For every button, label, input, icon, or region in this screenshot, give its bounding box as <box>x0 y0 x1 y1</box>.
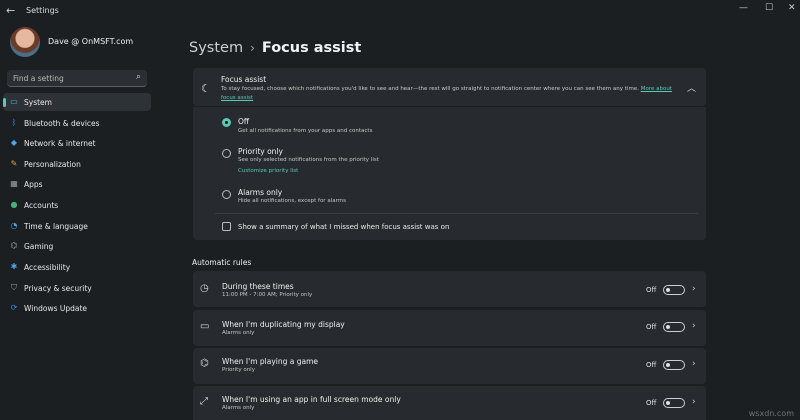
globe-clock-icon: ◔ <box>10 221 18 230</box>
sidebar-item-gaming[interactable]: ⌬ Gaming <box>3 237 151 255</box>
page-title: Focus assist <box>261 40 362 56</box>
rule-toggle[interactable] <box>663 398 685 408</box>
user-name: Dave @ OnMSFT.com <box>48 37 134 46</box>
account-icon: ● <box>10 200 18 209</box>
option-description: See only selected notifications from the… <box>238 157 379 163</box>
toggle-knob <box>666 363 670 367</box>
sidebar-item-windows-update[interactable]: ⟳ Windows Update <box>3 299 151 317</box>
shield-icon: ⛉ <box>11 283 17 292</box>
sidebar-item-system[interactable]: ▭ System <box>3 93 151 111</box>
sidebar-item-accessibility[interactable]: ✱ Accessibility <box>3 258 151 276</box>
toggle-state: Off <box>646 286 657 294</box>
display-icon: ▭ <box>200 321 210 332</box>
sidebar-item-label: Windows Update <box>24 304 88 313</box>
toggle-state: Off <box>646 399 657 407</box>
close-icon[interactable]: ✕ <box>788 3 796 13</box>
rule-title: When I'm playing a game <box>222 357 319 366</box>
chevron-right-icon[interactable]: › <box>692 284 696 294</box>
chevron-right-icon: › <box>250 41 255 55</box>
sidebar-item-apps[interactable]: ▦ Apps <box>3 175 151 193</box>
back-arrow-icon[interactable]: ← <box>6 4 15 17</box>
sidebar-item-privacy[interactable]: ⛉ Privacy & security <box>3 279 151 297</box>
sidebar-item-time-language[interactable]: ◔ Time & language <box>3 217 151 235</box>
selection-indicator <box>3 98 6 107</box>
sidebar-item-label: Apps <box>24 180 43 189</box>
sidebar-item-label: Accessibility <box>24 263 71 272</box>
option-description: Get all notifications from your apps and… <box>238 128 373 134</box>
search-placeholder: Find a setting <box>13 74 64 83</box>
rule-toggle[interactable] <box>663 285 685 295</box>
toggle-knob <box>666 325 670 329</box>
sidebar-item-label: Privacy & security <box>24 284 92 293</box>
avatar[interactable] <box>10 27 40 57</box>
toggle-state: Off <box>646 361 657 369</box>
sidebar-item-label: Personalization <box>24 160 81 169</box>
sidebar-item-label: Accounts <box>24 201 59 210</box>
customize-priority-link[interactable]: Customize priority list <box>238 168 298 174</box>
sidebar-item-personalization[interactable]: ✎ Personalization <box>3 155 151 173</box>
maximize-icon[interactable]: ☐ <box>765 3 773 13</box>
option-description: Hide all notifications, except for alarm… <box>238 198 346 204</box>
controller-icon: ⌬ <box>200 358 209 369</box>
rule-title: When I'm duplicating my display <box>222 320 345 329</box>
breadcrumb: System › Focus assist <box>189 40 361 56</box>
chevron-right-icon[interactable]: › <box>692 397 696 407</box>
divider <box>215 213 698 214</box>
controller-icon: ⌬ <box>10 241 18 250</box>
radio-off[interactable] <box>222 118 231 127</box>
brush-icon: ✎ <box>10 159 18 168</box>
update-icon: ⟳ <box>10 303 18 312</box>
automatic-rules-heading: Automatic rules <box>192 258 252 267</box>
sidebar-item-label: Time & language <box>24 222 88 231</box>
rule-subtitle: 11:00 PM - 7:00 AM; Priority only <box>222 292 313 298</box>
summary-checkbox-label: Show a summary of what I missed when foc… <box>238 223 450 231</box>
search-input[interactable]: Find a setting ⌕ <box>7 70 147 87</box>
sidebar-item-label: System <box>24 98 52 107</box>
chevron-up-icon[interactable]: ︿ <box>687 81 696 94</box>
window-title: Settings <box>26 6 59 15</box>
clock-icon: ◷ <box>200 283 209 294</box>
sidebar-item-bluetooth[interactable]: ᛒ Bluetooth & devices <box>3 114 151 132</box>
rule-subtitle: Alarms only <box>222 330 255 336</box>
option-title: Alarms only <box>238 188 283 197</box>
apps-icon: ▦ <box>10 179 18 188</box>
minimize-icon[interactable]: — <box>739 3 748 13</box>
rule-title: When I'm using an app in full screen mod… <box>222 395 401 404</box>
search-icon[interactable]: ⌕ <box>136 72 141 82</box>
rule-title: During these times <box>222 282 294 291</box>
accessibility-icon: ✱ <box>10 262 18 271</box>
bluetooth-icon: ᛒ <box>11 118 17 127</box>
focus-assist-title: Focus assist <box>221 75 267 84</box>
sidebar-item-label: Gaming <box>24 242 54 251</box>
rule-toggle[interactable] <box>663 322 685 332</box>
toggle-state: Off <box>646 323 657 331</box>
option-title: Priority only <box>238 147 283 156</box>
radio-alarms-only[interactable] <box>222 190 231 199</box>
moon-icon: ☾ <box>201 82 211 95</box>
watermark: wsxdn.com <box>748 409 794 418</box>
fullscreen-icon: ⤢ <box>200 396 208 407</box>
title-bar: ← Settings — ☐ ✕ <box>0 0 800 22</box>
summary-checkbox[interactable] <box>222 222 231 231</box>
sidebar-item-network[interactable]: ◆ Network & internet <box>3 134 151 152</box>
rule-row-gaming[interactable] <box>193 348 706 384</box>
radio-priority-only[interactable] <box>222 149 231 158</box>
sidebar-item-accounts[interactable]: ● Accounts <box>3 196 151 214</box>
chevron-right-icon[interactable]: › <box>692 359 696 369</box>
monitor-icon: ▭ <box>10 97 18 106</box>
sidebar-item-label: Network & internet <box>24 139 96 148</box>
option-title: Off <box>238 117 250 126</box>
wifi-icon: ◆ <box>10 138 18 147</box>
toggle-knob <box>666 401 670 405</box>
rule-subtitle: Priority only <box>222 367 255 373</box>
chevron-right-icon[interactable]: › <box>692 321 696 331</box>
rule-toggle[interactable] <box>663 360 685 370</box>
toggle-knob <box>666 288 670 292</box>
focus-assist-description: To stay focused, choose which notificati… <box>221 86 672 101</box>
breadcrumb-parent[interactable]: System <box>189 40 243 56</box>
rule-subtitle: Alarms only <box>222 405 255 411</box>
focus-assist-header[interactable]: ☾ Focus assist To stay focused, choose w… <box>193 68 706 106</box>
sidebar-item-label: Bluetooth & devices <box>24 119 100 128</box>
